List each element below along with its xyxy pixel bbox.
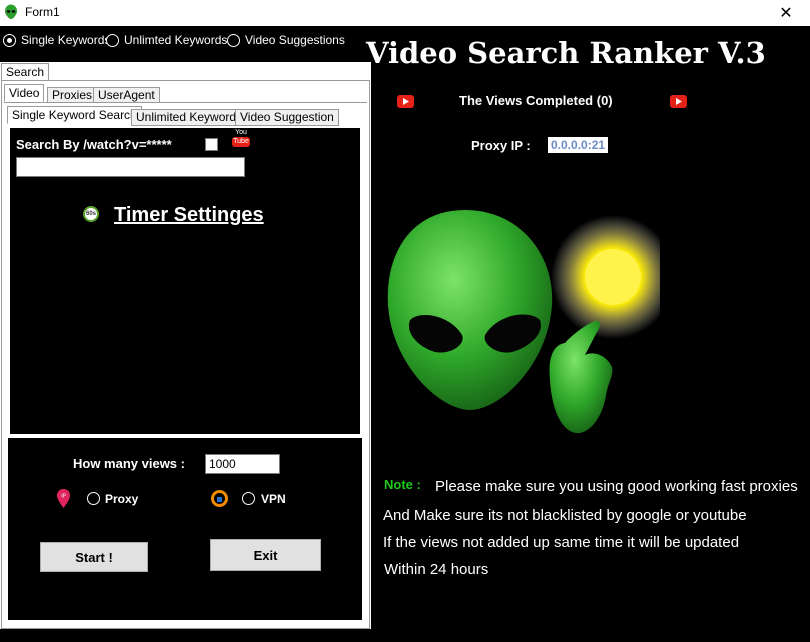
- mode-label-suggestions: Video Suggestions: [245, 33, 345, 47]
- mode-radio-single[interactable]: [3, 34, 16, 47]
- vpn-radio[interactable]: [242, 492, 255, 505]
- location-pin-icon: IP: [57, 489, 70, 508]
- vpn-label: VPN: [261, 492, 286, 506]
- note-line-2: And Make sure its not blacklisted by goo…: [383, 507, 747, 524]
- tab-proxies[interactable]: Proxies: [47, 87, 98, 103]
- proxy-ip-value: 0.0.0.0:21: [548, 137, 609, 153]
- mode-label-single: Single Keywords: [21, 33, 111, 47]
- mode-selector: Single Keywords Unlimted Keywords Video …: [0, 26, 366, 56]
- note-line-3: If the views not added up same time it w…: [383, 534, 740, 551]
- close-icon: ✕: [779, 5, 793, 22]
- note-line-1: Please make sure you using good working …: [435, 478, 798, 495]
- mode-label-unlimited: Unlimted Keywords: [124, 33, 228, 47]
- window-title: Form1: [25, 5, 60, 19]
- mode-radio-unlimited[interactable]: [106, 34, 119, 47]
- exit-button[interactable]: Exit: [210, 539, 321, 571]
- tab-video[interactable]: Video: [4, 84, 45, 102]
- title-bar: Form1 ✕: [0, 0, 810, 26]
- vpn-icon: [211, 490, 228, 507]
- search-by-label: Search By /watch?v=*****: [16, 137, 172, 152]
- alien-illustration: [387, 210, 660, 434]
- note-label: Note :: [384, 477, 421, 492]
- proxy-label: Proxy: [105, 492, 139, 506]
- mode-radio-suggestions[interactable]: [227, 34, 240, 47]
- tab-useragent[interactable]: UserAgent: [93, 87, 160, 103]
- tab-divider: [4, 102, 367, 103]
- tab-single-keyword-search[interactable]: Single Keyword Search: [7, 106, 142, 124]
- tab-video-suggestion[interactable]: Video Suggestion: [235, 109, 339, 126]
- note-line-4: Within 24 hours: [384, 561, 489, 578]
- views-count-label: How many views :: [73, 456, 185, 471]
- timer-settings-link[interactable]: Timer Settinges: [114, 204, 264, 227]
- run-controls-pane: [8, 438, 362, 620]
- timer-icon: 60s: [83, 206, 99, 222]
- start-button[interactable]: Start !: [40, 542, 148, 572]
- tab-search[interactable]: Search: [1, 63, 50, 81]
- alien-app-icon: [5, 4, 17, 19]
- youtube-play-icon: [397, 95, 414, 108]
- youtube-play-icon: [670, 95, 687, 108]
- proxy-ip-label: Proxy IP :: [471, 138, 531, 153]
- views-completed-status: The Views Completed (0): [459, 93, 613, 108]
- close-button[interactable]: ✕: [764, 0, 808, 26]
- proxy-radio[interactable]: [87, 492, 100, 505]
- search-by-checkbox[interactable]: [205, 138, 218, 151]
- tab-unlimited-keywords[interactable]: Unlimited Keywords: [131, 109, 248, 126]
- app-title: Video Search Ranker V.3: [366, 36, 766, 70]
- video-id-input[interactable]: [16, 157, 245, 177]
- svg-text:IP: IP: [61, 494, 66, 500]
- youtube-badge-icon: You Tube: [232, 129, 250, 147]
- views-count-input[interactable]: 1000: [205, 454, 280, 474]
